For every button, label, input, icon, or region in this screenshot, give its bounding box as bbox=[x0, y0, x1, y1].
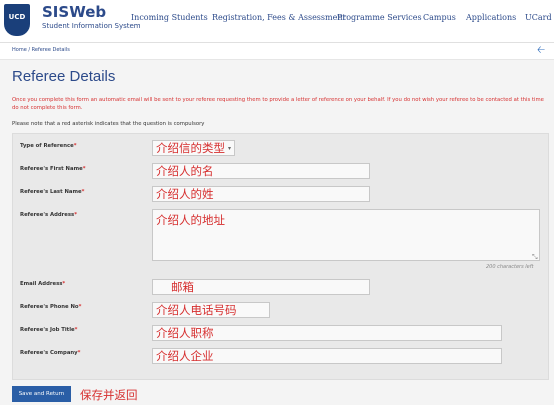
required-asterisk: * bbox=[74, 327, 78, 333]
required-asterisk: * bbox=[77, 350, 81, 356]
nav-campus[interactable]: Campus bbox=[423, 13, 456, 22]
label-text: Referee's First Name bbox=[20, 166, 83, 172]
type-of-reference-select[interactable]: 介绍信的类型 ▾ bbox=[152, 140, 236, 156]
last-name-label: Referee's Last Name* bbox=[20, 189, 84, 195]
job-title-value: 介绍人职称 bbox=[156, 326, 214, 340]
label-text: Referee's Phone No bbox=[20, 304, 79, 310]
last-name-value: 介绍人的姓 bbox=[156, 187, 214, 201]
phone-value: 介绍人电话号码 bbox=[156, 303, 237, 317]
compulsory-note: Please note that a red asterisk indicate… bbox=[12, 121, 205, 127]
chevron-down-icon: ▾ bbox=[228, 144, 232, 152]
required-asterisk: * bbox=[62, 281, 66, 287]
label-text: Referee's Job Title bbox=[20, 327, 75, 333]
required-asterisk: * bbox=[73, 143, 77, 149]
job-title-label: Referee's Job Title* bbox=[20, 327, 77, 333]
nav-programme-services[interactable]: Programme Services bbox=[337, 13, 422, 22]
label-text: Type of Reference bbox=[20, 143, 74, 149]
email-label: Email Address* bbox=[20, 281, 65, 287]
type-of-reference-label: Type of Reference* bbox=[20, 143, 77, 149]
required-asterisk: * bbox=[81, 189, 85, 195]
brand-subtitle: Student Information System bbox=[42, 22, 141, 30]
required-asterisk: * bbox=[78, 304, 82, 310]
required-asterisk: * bbox=[74, 212, 77, 218]
breadcrumb[interactable]: Home / Referee Details bbox=[12, 47, 70, 53]
first-name-label: Referee's First Name* bbox=[20, 166, 85, 172]
select-value: 介绍信的类型 bbox=[156, 141, 225, 155]
back-arrow-icon[interactable]: 🡠 bbox=[537, 45, 545, 57]
page-title: Referee Details bbox=[12, 68, 116, 85]
nav-ucard[interactable]: UCard bbox=[525, 13, 552, 22]
email-value: 邮箱 bbox=[171, 280, 194, 294]
nav-applications[interactable]: Applications bbox=[466, 13, 516, 22]
label-text: Referee's Company bbox=[20, 350, 78, 356]
nav-incoming-students[interactable]: Incoming Students bbox=[131, 13, 208, 22]
phone-label: Referee's Phone No* bbox=[20, 304, 81, 310]
address-char-counter: 200 characters left bbox=[486, 264, 534, 270]
first-name-value: 介绍人的名 bbox=[156, 164, 214, 178]
save-and-return-button[interactable]: Save and Return bbox=[12, 386, 71, 402]
resize-handle-icon[interactable]: ⤡ bbox=[532, 253, 538, 262]
logo-text: UCD bbox=[8, 13, 26, 21]
brand-block[interactable]: SISWeb Student Information System bbox=[42, 4, 141, 31]
nav-registration-fees[interactable]: Registration, Fees & Assessment bbox=[212, 13, 346, 22]
address-label: Referee's Address* bbox=[20, 212, 77, 218]
breadcrumb-bar: Home / Referee Details 🡠 bbox=[0, 43, 554, 60]
info-text: Once you complete this form an automatic… bbox=[12, 97, 544, 111]
address-value: 介绍人的地址 bbox=[156, 213, 225, 227]
label-text: Referee's Last Name bbox=[20, 189, 82, 195]
site-header: UCD SISWeb Student Information System In… bbox=[0, 0, 554, 43]
required-asterisk: * bbox=[82, 166, 86, 172]
label-text: Referee's Address bbox=[20, 212, 75, 218]
brand-title[interactable]: SISWeb bbox=[42, 4, 141, 21]
ucd-crest-icon[interactable]: UCD bbox=[4, 4, 30, 36]
company-label: Referee's Company* bbox=[20, 350, 80, 356]
label-text: Email Address bbox=[20, 281, 63, 287]
save-annotation: 保存并返回 bbox=[80, 388, 138, 402]
company-value: 介绍人企业 bbox=[156, 349, 214, 363]
